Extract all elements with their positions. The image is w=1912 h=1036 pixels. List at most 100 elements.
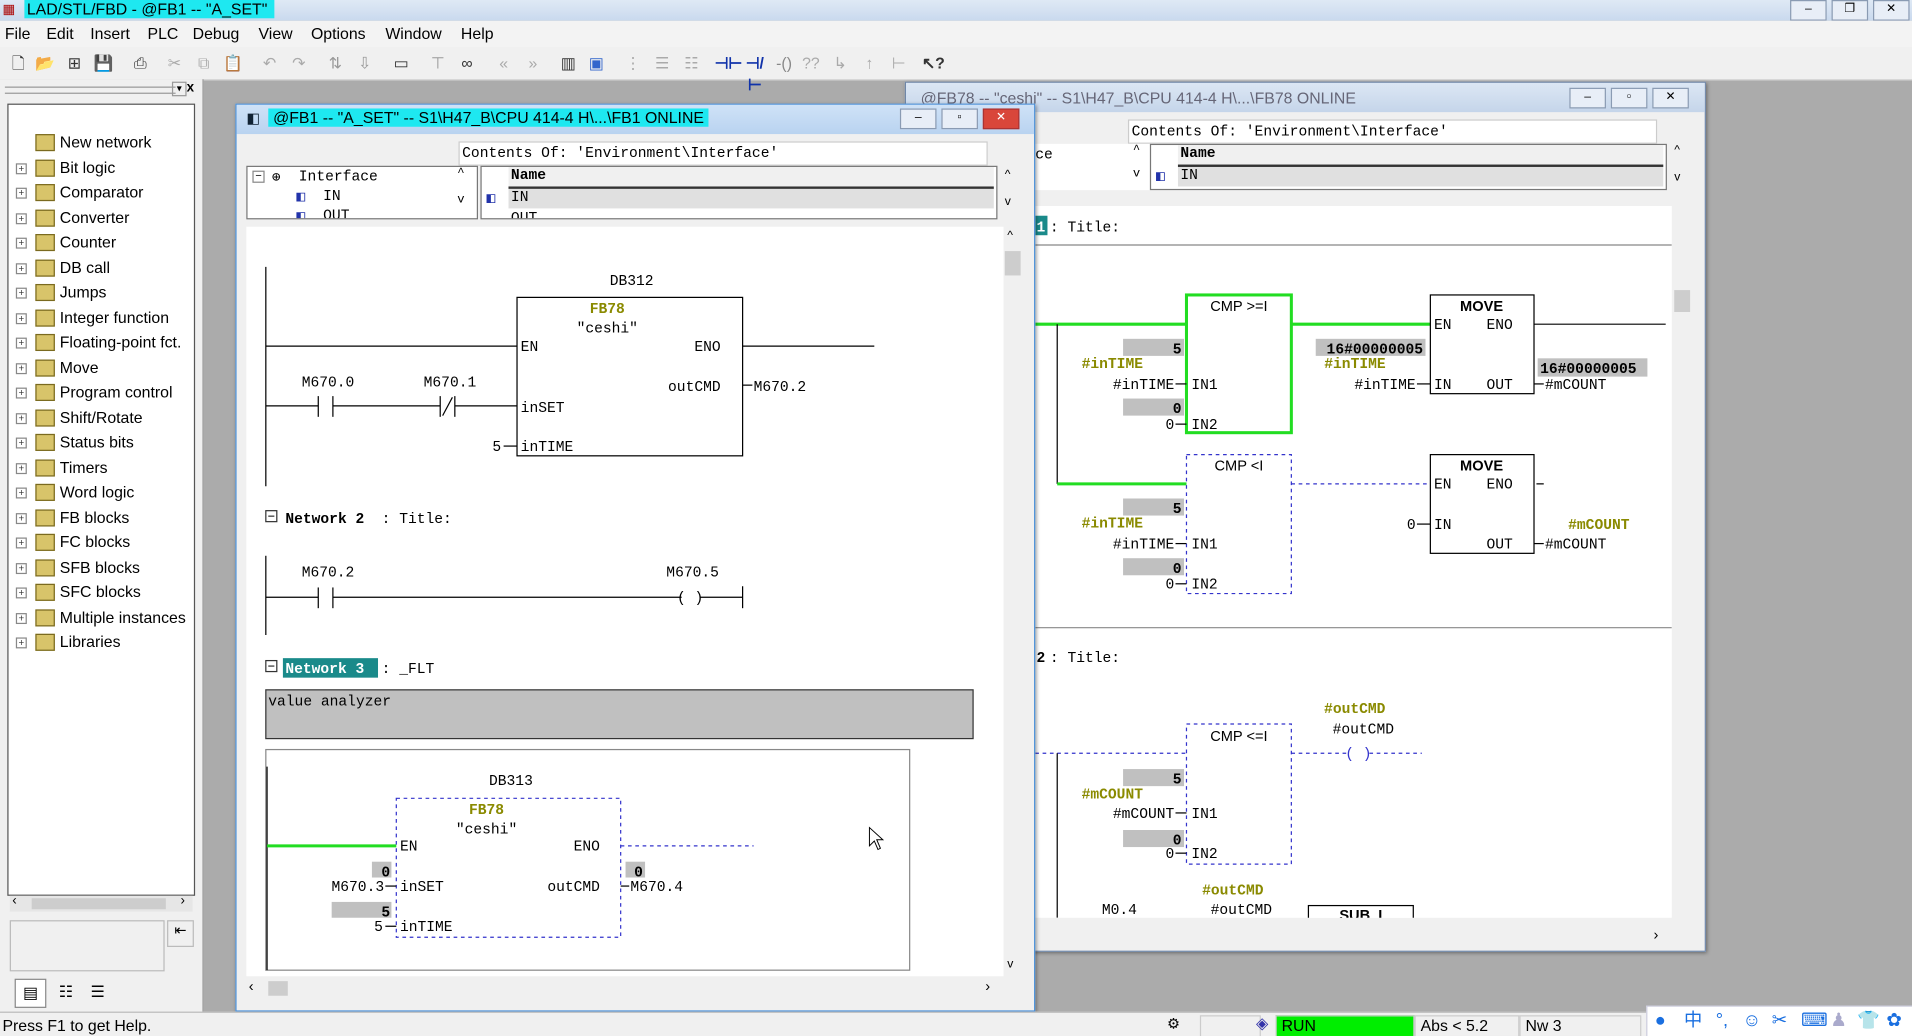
expand-icon[interactable]: + [15, 487, 27, 499]
move2-out-address[interactable]: #mCOUNT [1545, 537, 1607, 553]
fb78-table-scroll-down[interactable]: v [1674, 171, 1680, 184]
tree-item-sfc-blocks[interactable]: + SFC blocks [9, 581, 192, 603]
panel-close-icon[interactable]: x [187, 80, 194, 95]
fb78-minimize-button[interactable]: – [1569, 87, 1606, 109]
expand-icon[interactable]: + [15, 387, 27, 399]
tree-item-move[interactable]: + Move [9, 356, 192, 378]
expand-icon[interactable]: + [15, 362, 27, 374]
network1-title[interactable]: : Title: [1050, 221, 1120, 237]
insert-icon[interactable]: ⇤ [167, 920, 194, 948]
new-icon[interactable]: 🗋 [7, 52, 29, 74]
tree-item-db-call[interactable]: + DB call [9, 257, 192, 279]
monitor-icon[interactable]: ▭ [390, 52, 412, 74]
menu-window[interactable]: Window [385, 24, 441, 42]
tree-item-multiple-instances[interactable]: + Multiple instances [9, 606, 192, 628]
glasses-icon[interactable]: ∞ [456, 52, 478, 74]
cut-icon[interactable]: ✂ [163, 52, 185, 74]
save-icon[interactable]: 💾 [93, 52, 115, 74]
redo-icon[interactable]: ↷ [288, 52, 310, 74]
expand-icon[interactable]: + [15, 312, 27, 324]
panel-dropdown-icon[interactable]: ▾ [171, 81, 187, 97]
ime-settings-icon[interactable]: ✿ [1886, 1007, 1901, 1036]
network2-coil[interactable]: ( ) [677, 591, 703, 607]
tree-item-floating-point-fct[interactable]: + Floating-point fct. [9, 332, 192, 354]
open-icon[interactable]: 📂 [34, 52, 56, 74]
cmp-lt-in2-address[interactable]: 0 [1165, 578, 1174, 594]
tree-item-jumps[interactable]: + Jumps [9, 282, 192, 304]
network2-coil-address[interactable]: M670.5 [666, 565, 719, 581]
move2-in-address[interactable]: 0 [1407, 518, 1416, 534]
undo-icon[interactable]: ↶ [259, 52, 281, 74]
fb1-table-row-out[interactable]: OUT [508, 210, 993, 219]
ime-punctuation-icon[interactable]: °, [1716, 1007, 1728, 1036]
no-contact-icon[interactable]: ⊣⊢ [715, 52, 743, 74]
fb78-hscrollbar[interactable]: › [1034, 926, 1671, 949]
network2-title[interactable]: : Title: [382, 512, 452, 528]
next-icon[interactable]: » [522, 52, 544, 74]
new-network-tool-icon[interactable]: ⋮ [622, 52, 644, 74]
fb78-restore-button[interactable]: ▫ [1610, 87, 1648, 109]
expand-icon[interactable]: + [15, 462, 27, 474]
outcmd-address-2[interactable]: M670.4 [630, 880, 683, 896]
fb78-table-scroll-up[interactable]: ^ [1674, 144, 1680, 157]
upload-icon[interactable]: ⇅ [324, 52, 346, 74]
details-icon[interactable]: ▣ [585, 52, 607, 74]
fb78-tree-item[interactable]: ce [1035, 146, 1053, 163]
fb1-vscrollbar[interactable]: ^ v [1002, 226, 1025, 977]
tree-item-new-network[interactable]: +New network [9, 132, 192, 154]
tree-item-program-control[interactable]: + Program control [9, 381, 192, 403]
network3-title[interactable]: : _FLT [382, 662, 435, 678]
minimize-button[interactable]: – [1790, 0, 1827, 21]
cmp-ge-in2-address[interactable]: 0 [1165, 418, 1174, 434]
tree-item-bit-logic[interactable]: + Bit logic [9, 157, 192, 179]
expand-icon[interactable]: + [15, 237, 27, 249]
tree-item-fb-blocks[interactable]: + FB blocks [9, 506, 192, 528]
collapse-icon[interactable]: − [252, 170, 265, 183]
expand-icon[interactable]: + [15, 162, 27, 174]
expand-icon[interactable]: + [15, 212, 27, 224]
tree-item-converter[interactable]: + Converter [9, 207, 192, 229]
scroll-up-icon[interactable]: ^ [457, 167, 464, 180]
fb1-vscroll-thumb[interactable] [1004, 251, 1021, 276]
ime-user-icon[interactable]: ♟ [1830, 1007, 1846, 1036]
expand-icon[interactable]: + [15, 537, 27, 549]
menu-plc[interactable]: PLC [148, 24, 179, 42]
empty-box-icon[interactable]: ?? [800, 52, 822, 74]
menu-file[interactable]: File [5, 24, 31, 42]
cmp-ge-in1-address[interactable]: #inTIME [1113, 378, 1174, 394]
expand-icon[interactable]: + [15, 337, 27, 349]
open-branch-icon[interactable]: ↳ [829, 52, 851, 74]
nc-contact[interactable] [439, 396, 456, 417]
menu-help[interactable]: Help [461, 24, 494, 42]
menu-edit[interactable]: Edit [46, 24, 73, 42]
fb1-table-scroll-down[interactable]: v [1005, 195, 1011, 208]
network3-label[interactable]: Network 3 [285, 662, 364, 678]
scroll-up-icon[interactable]: ^ [1133, 144, 1140, 157]
fb78-close-button[interactable]: ✕ [1652, 87, 1689, 109]
tree-item-word-logic[interactable]: + Word logic [9, 481, 192, 503]
ime-scissors-icon[interactable]: ✂ [1772, 1007, 1787, 1036]
fb1-hscroll-thumb[interactable] [268, 981, 288, 996]
fb78-table-header-name[interactable]: Name [1177, 145, 1664, 167]
restore-button[interactable]: ❐ [1831, 0, 1869, 21]
cmp-ge-box[interactable] [1184, 293, 1293, 435]
download-icon[interactable]: ⇩ [354, 52, 376, 74]
tree-item-libraries[interactable]: + Libraries [9, 631, 192, 653]
network2-title[interactable]: : Title: [1050, 651, 1120, 667]
coil-address[interactable]: #outCMD [1333, 723, 1395, 739]
network-icon[interactable]: ⊤ [427, 52, 449, 74]
instance-db-label[interactable]: DB312 [610, 274, 654, 290]
fb1-table-row-in[interactable]: IN [508, 188, 994, 209]
tree-item-timers[interactable]: + Timers [9, 456, 192, 478]
fb1-table-scroll-up[interactable]: ^ [1005, 168, 1011, 181]
fb1-table-header-name[interactable]: Name [508, 166, 994, 189]
ime-chinese-icon[interactable]: 中 [1684, 1007, 1702, 1036]
help-pointer-icon[interactable]: ↖? [922, 52, 945, 74]
copy-icon[interactable]: ⧉ [193, 52, 215, 74]
expand-icon[interactable]: + [15, 262, 27, 274]
tree-item-status-bits[interactable]: + Status bits [9, 431, 192, 453]
intime-value-2[interactable]: 5 [374, 920, 383, 936]
branch-icon[interactable]: ☰ [651, 52, 673, 74]
expand-icon[interactable]: + [15, 412, 27, 424]
overview-icon[interactable]: ▥ [557, 52, 579, 74]
